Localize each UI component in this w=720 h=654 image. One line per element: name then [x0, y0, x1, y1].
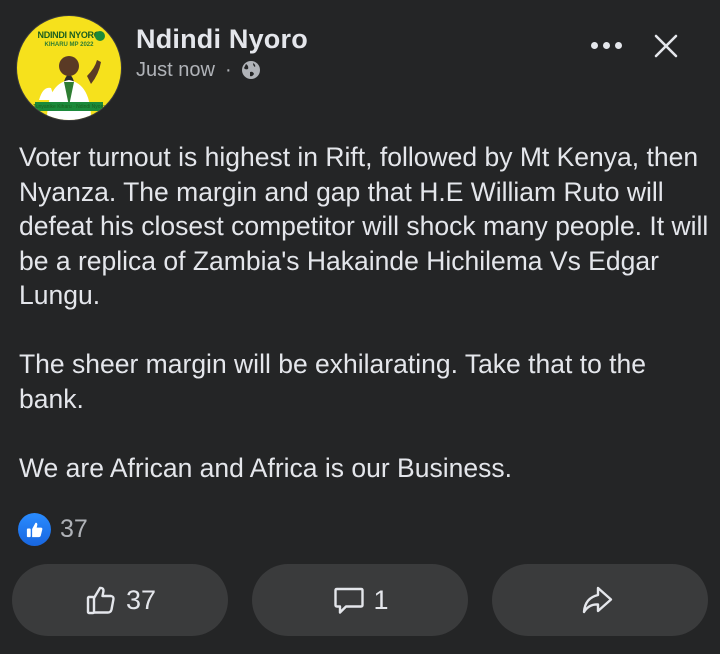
share-icon: [582, 586, 613, 614]
more-dot-icon: [614, 41, 622, 49]
comment-icon: [334, 587, 365, 614]
post-paragraph: Voter turnout is highest in Rift, follow…: [19, 142, 709, 310]
thumbs-up-icon: [86, 586, 115, 615]
more-dot-icon: [590, 41, 598, 49]
like-reaction-icon: [18, 512, 51, 546]
post-body: Voter turnout is highest in Rift, follow…: [19, 140, 709, 485]
action-bar: 37 1: [12, 564, 708, 636]
like-button[interactable]: 37: [12, 564, 228, 636]
close-icon[interactable]: [650, 30, 682, 62]
post-card: NDINDI NYORO KIHARU MP 2022 Tunyanike Ki…: [0, 0, 720, 654]
reactions-summary[interactable]: 37: [18, 512, 88, 546]
like-count: 37: [125, 584, 157, 615]
post-paragraph: We are African and Africa is our Busines…: [19, 452, 512, 483]
more-dot-icon: [602, 41, 610, 49]
post-paragraph: The sheer margin will be exhilarating. T…: [19, 349, 647, 414]
meta-separator: ·: [224, 58, 232, 81]
more-options-button[interactable]: [585, 30, 627, 60]
author-name[interactable]: Ndindi Nyoro: [136, 24, 308, 55]
globe-icon: [241, 61, 260, 79]
comment-count: 1: [373, 584, 389, 615]
author-avatar[interactable]: NDINDI NYORO KIHARU MP 2022 Tunyanike Ki…: [17, 16, 121, 120]
post-timestamp[interactable]: Just now: [136, 59, 215, 82]
avatar-footer-text: Tunyanike Kiharu · Ndindi Nyoro: [32, 104, 106, 110]
reaction-count: 37: [60, 514, 88, 543]
comment-button[interactable]: 1: [252, 564, 468, 636]
post-meta: Just now ·: [136, 58, 261, 82]
share-button[interactable]: [492, 564, 708, 636]
